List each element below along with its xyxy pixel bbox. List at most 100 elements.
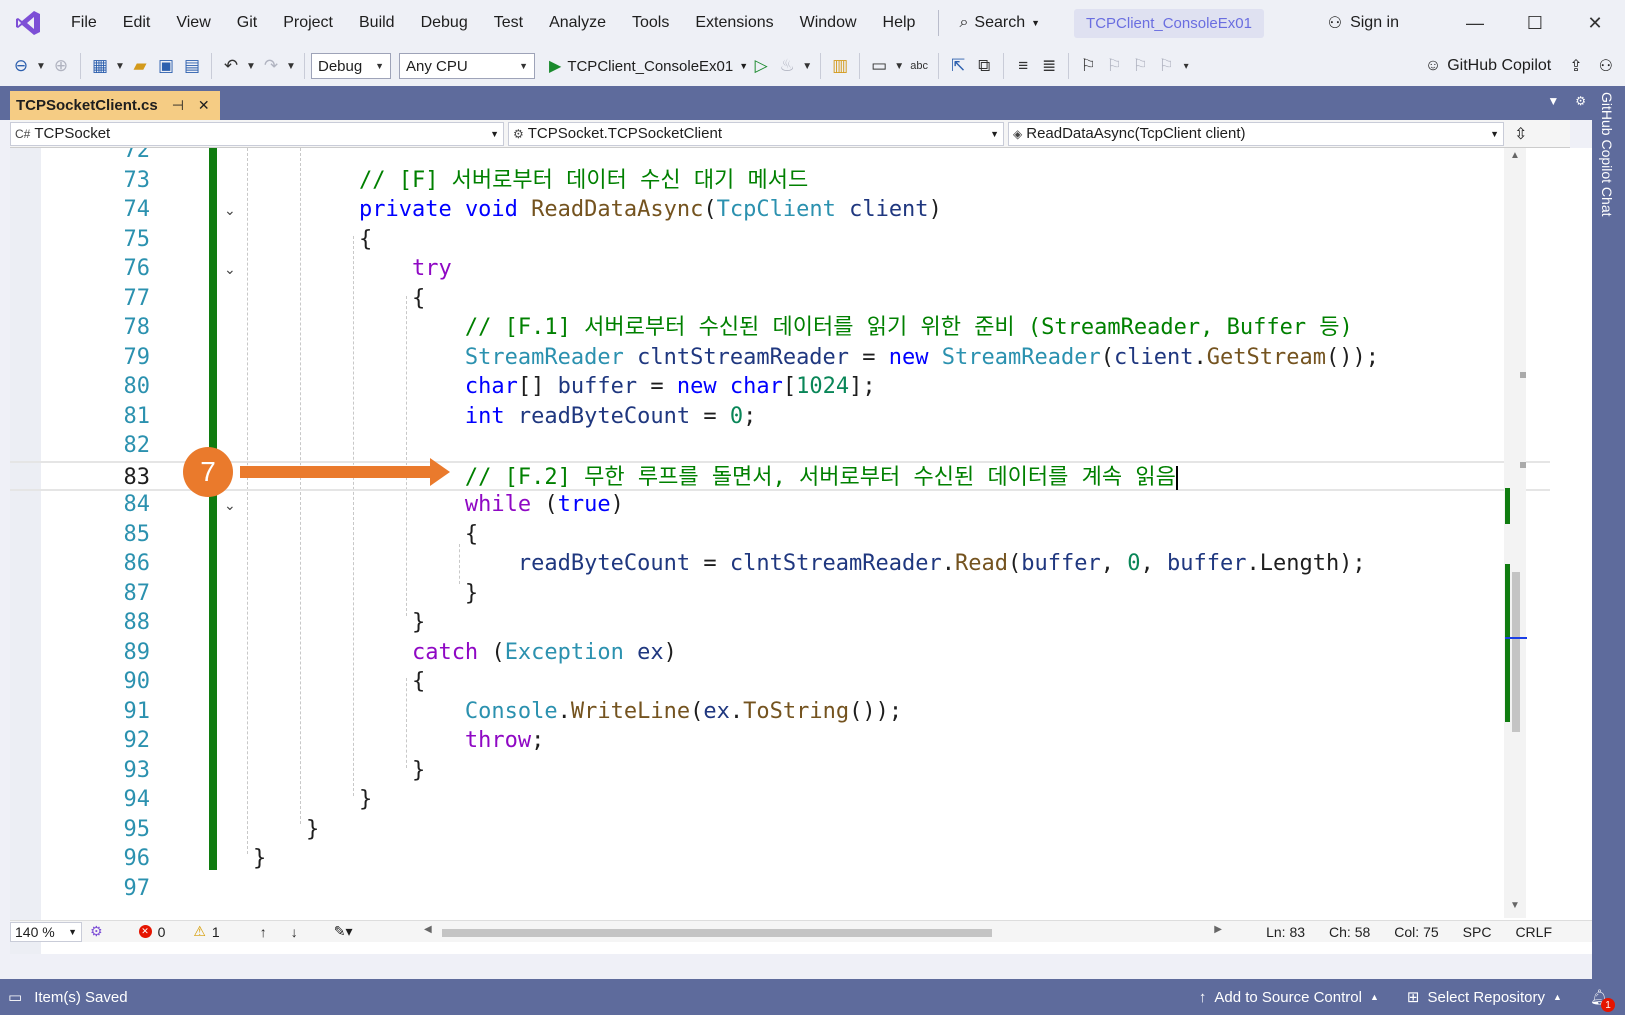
scroll-left-icon[interactable]: ◀ bbox=[424, 924, 432, 935]
save-icon[interactable]: ▣ bbox=[153, 53, 179, 79]
scroll-down-icon[interactable]: ▼ bbox=[1510, 900, 1520, 911]
navigate-back-icon[interactable]: ⊖ bbox=[8, 53, 34, 79]
previous-issue-icon[interactable]: ↑ bbox=[260, 924, 267, 940]
code-line[interactable]: 75 { bbox=[10, 225, 1550, 255]
menu-item-edit[interactable]: Edit bbox=[110, 0, 164, 46]
back-dropdown-icon[interactable]: ▼ bbox=[34, 53, 48, 79]
code-line[interactable]: 94 } bbox=[10, 785, 1550, 815]
search-button[interactable]: ⌕ Search ▼ bbox=[949, 14, 1050, 32]
code-line[interactable]: 86 readByteCount = clntStreamReader.Read… bbox=[10, 549, 1550, 579]
code-line[interactable]: 97 bbox=[10, 874, 1550, 904]
notifications-button[interactable]: 🔔︎ 1 bbox=[1590, 988, 1615, 1012]
code-line[interactable]: 95 } bbox=[10, 815, 1550, 845]
spell-check-icon[interactable]: abc bbox=[906, 53, 932, 79]
copy-element-icon[interactable]: ⧉ bbox=[971, 53, 997, 79]
hot-reload-icon[interactable]: ♨ bbox=[774, 53, 800, 79]
menu-item-project[interactable]: Project bbox=[270, 0, 346, 46]
collapse-icon[interactable]: ⌄ bbox=[224, 195, 236, 225]
menu-item-tools[interactable]: Tools bbox=[619, 0, 682, 46]
menu-item-file[interactable]: File bbox=[58, 0, 110, 46]
clear-bookmarks-icon[interactable]: ⚐ bbox=[1153, 53, 1179, 79]
code-line[interactable]: 84 ⌄ while (true) bbox=[10, 490, 1550, 520]
code-line[interactable]: 81 int readByteCount = 0; bbox=[10, 402, 1550, 432]
start-without-debugging-icon[interactable]: ▷ bbox=[748, 53, 774, 79]
outdent-icon[interactable]: ≣ bbox=[1036, 53, 1062, 79]
code-line[interactable]: 85 { bbox=[10, 520, 1550, 550]
save-all-icon[interactable]: ▤ bbox=[179, 53, 205, 79]
code-line[interactable]: 76 ⌄ try bbox=[10, 254, 1550, 284]
column-indicator[interactable]: Col: 75 bbox=[1394, 924, 1438, 940]
share-icon[interactable]: ⇪ bbox=[1569, 56, 1582, 76]
new-dropdown-icon[interactable]: ▼ bbox=[113, 53, 127, 79]
collapse-icon[interactable]: ⌄ bbox=[224, 490, 236, 520]
feedback-icon[interactable]: ⚇ bbox=[1599, 56, 1613, 76]
zoom-dropdown[interactable]: 140 % ▼ bbox=[10, 921, 82, 942]
solution-explorer-icon[interactable]: ▥ bbox=[827, 53, 853, 79]
vertical-scrollbar[interactable]: ▲ ▼ bbox=[1504, 148, 1527, 918]
code-cleanup-icon[interactable]: ⚙ bbox=[90, 923, 103, 940]
menu-item-test[interactable]: Test bbox=[481, 0, 536, 46]
whitespace-indicator[interactable]: SPC bbox=[1463, 924, 1492, 940]
github-copilot-button[interactable]: ☺ GitHub Copilot ⇪ ⚇ bbox=[1425, 56, 1613, 76]
hot-reload-dropdown-icon[interactable]: ▼ bbox=[800, 53, 814, 79]
navigate-forward-icon[interactable]: ⊕ bbox=[48, 53, 74, 79]
previous-bookmark-icon[interactable]: ⚐ bbox=[1101, 53, 1127, 79]
settings-gear-icon[interactable]: ⚙ bbox=[1575, 94, 1586, 108]
code-line[interactable]: 72 bbox=[10, 148, 1550, 166]
code-line[interactable]: 82 bbox=[10, 431, 1550, 461]
undo-icon[interactable]: ↶ bbox=[218, 53, 244, 79]
undo-dropdown-icon[interactable]: ▼ bbox=[244, 53, 258, 79]
code-line[interactable]: 92 throw; bbox=[10, 726, 1550, 756]
menu-item-debug[interactable]: Debug bbox=[408, 0, 481, 46]
add-to-source-control-button[interactable]: ↑ Add to Source Control ▲ bbox=[1199, 989, 1379, 1006]
menu-item-help[interactable]: Help bbox=[870, 0, 929, 46]
member-dropdown[interactable]: ◈ ReadDataAsync(TcpClient client) ▼ bbox=[1008, 121, 1504, 146]
warning-count-button[interactable]: ⚠ 1 bbox=[193, 923, 219, 940]
type-dropdown[interactable]: ⚙ TCPSocket.TCPSocketClient ▼ bbox=[508, 121, 1004, 146]
toolbar-overflow-icon[interactable]: ▾ bbox=[1179, 53, 1193, 79]
close-window-button[interactable]: ✕ bbox=[1565, 13, 1625, 34]
menu-item-extensions[interactable]: Extensions bbox=[682, 0, 786, 46]
code-line[interactable]: 88 } bbox=[10, 608, 1550, 638]
new-project-icon[interactable]: ▦ bbox=[87, 53, 113, 79]
code-line[interactable]: 90 { bbox=[10, 667, 1550, 697]
line-ending-indicator[interactable]: CRLF bbox=[1515, 924, 1552, 940]
scroll-thumb[interactable] bbox=[1512, 572, 1520, 732]
open-folder-icon[interactable]: ▰ bbox=[127, 53, 153, 79]
code-editor[interactable]: 72 73 // [F] 서버로부터 데이터 수신 대기 메서드 74 ⌄ priva… bbox=[10, 148, 1592, 954]
code-line[interactable]: 91 Console.WriteLine(ex.ToString()); bbox=[10, 697, 1550, 727]
select-repository-button[interactable]: ⊞ Select Repository ▲ bbox=[1407, 988, 1562, 1007]
char-indicator[interactable]: Ch: 58 bbox=[1329, 924, 1370, 940]
horizontal-scroll-thumb[interactable] bbox=[442, 929, 992, 937]
project-dropdown[interactable]: C# TCPSocket ▼ bbox=[10, 121, 504, 146]
menu-item-build[interactable]: Build bbox=[346, 0, 408, 46]
collapse-icon[interactable]: ⌄ bbox=[224, 254, 236, 284]
code-line[interactable]: 77 { bbox=[10, 284, 1550, 314]
tab-tcpsocketclient[interactable]: TCPSocketClient.cs ⊣ ✕ bbox=[10, 91, 220, 120]
line-indicator[interactable]: Ln: 83 bbox=[1266, 924, 1305, 940]
close-tab-icon[interactable]: ✕ bbox=[198, 97, 210, 114]
layout-dropdown-icon[interactable]: ▼ bbox=[892, 53, 906, 79]
select-element-icon[interactable]: ⇱ bbox=[945, 53, 971, 79]
code-line[interactable]: 89 catch (Exception ex) bbox=[10, 638, 1550, 668]
start-debugging-button[interactable]: ▶ TCPClient_ConsoleEx01 ▼ bbox=[549, 56, 748, 76]
code-line[interactable]: 96} bbox=[10, 844, 1550, 874]
tab-list-dropdown-icon[interactable]: ▼ bbox=[1547, 94, 1559, 108]
code-line[interactable]: 74 ⌄ private void ReadDataAsync(TcpClient… bbox=[10, 195, 1550, 225]
sign-in-button[interactable]: ⚇ Sign in bbox=[1328, 13, 1399, 33]
solution-configuration-dropdown[interactable]: Debug ▼ bbox=[311, 53, 391, 79]
code-line[interactable]: 73 // [F] 서버로부터 데이터 수신 대기 메서드 bbox=[10, 166, 1550, 196]
copilot-chat-tab[interactable]: GitHub Copilot Chat bbox=[1599, 92, 1615, 217]
code-line[interactable]: 80 char[] buffer = new char[1024]; bbox=[10, 372, 1550, 402]
minimize-button[interactable]: — bbox=[1445, 13, 1505, 34]
error-count-button[interactable]: ✕ 0 bbox=[138, 924, 165, 940]
layout-icon[interactable]: ▭ bbox=[866, 53, 892, 79]
code-line[interactable]: 78 // [F.1] 서버로부터 수신된 데이터를 읽기 위한 준비 (Str… bbox=[10, 313, 1550, 343]
next-bookmark-icon[interactable]: ⚐ bbox=[1127, 53, 1153, 79]
indent-icon[interactable]: ≡ bbox=[1010, 53, 1036, 79]
brush-icon[interactable]: ✎▾ bbox=[334, 923, 353, 940]
code-line[interactable]: 79 StreamReader clntStreamReader = new S… bbox=[10, 343, 1550, 373]
code-line[interactable]: 87 } bbox=[10, 579, 1550, 609]
scroll-up-icon[interactable]: ▲ bbox=[1510, 150, 1520, 161]
code-line[interactable]: 93 } bbox=[10, 756, 1550, 786]
